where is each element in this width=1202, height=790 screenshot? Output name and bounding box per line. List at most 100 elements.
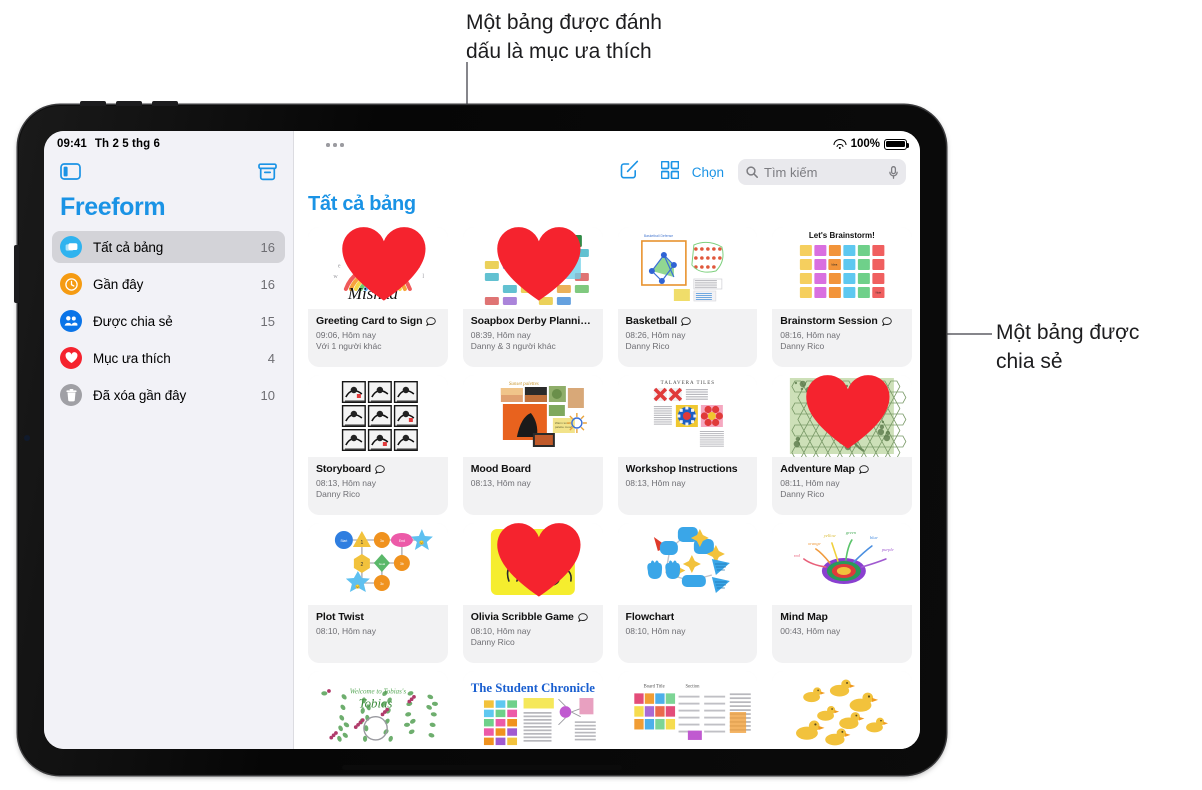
callout-shared-label: Một bảng được chia sẻ — [996, 321, 1140, 373]
board-card[interactable]: The Student Chronicle — [462, 671, 603, 749]
board-thumbnail — [772, 671, 912, 749]
board-card[interactable]: Soapbox Derby Plannin… 08:39, Hôm nay Dann… — [462, 227, 603, 367]
board-card[interactable]: Start 1 3a End 😊 2 Goal 3b 3c 😊 Plot Twist 08:10, H… — [308, 523, 448, 663]
svg-text:The Student Chronicle: The Student Chronicle — [471, 681, 596, 695]
board-meta: Greeting Card to Sign 09:06, Hôm nay Với 1… — [308, 309, 448, 351]
sidebar-item-3[interactable]: Được chia sẻ 15 — [52, 305, 285, 337]
svg-text:blue: blue — [870, 535, 878, 540]
svg-text:green: green — [846, 530, 857, 535]
board-card[interactable]: welcome!welMishka Greeting Card to Sign 09… — [308, 227, 448, 367]
boards-grid: welcome!welMishka Greeting Card to Sign 09… — [308, 227, 912, 749]
svg-text:Note: Note — [876, 291, 882, 295]
board-meta: Olivia Scribble Game 08:10, Hôm nay Danny … — [463, 605, 603, 647]
board-title-row: Mood Board — [471, 463, 595, 475]
board-card[interactable]: Adventure Map 08:11, Hôm nay Danny Rico — [772, 375, 912, 515]
search-input[interactable]: Tìm kiếm — [738, 159, 906, 185]
svg-text:3a: 3a — [380, 539, 384, 543]
home-indicator[interactable] — [342, 765, 622, 770]
sidebar-item-count: 4 — [267, 350, 275, 366]
sidebar-item-count: 16 — [260, 239, 275, 255]
board-people: Danny Rico — [470, 637, 515, 647]
page-title: Tất cả bảng — [308, 193, 416, 215]
board-thumbnail — [617, 523, 758, 605]
board-card[interactable]: Sunset palettes Warm tone palette mood Mood… — [462, 375, 603, 515]
volume-button[interactable] — [80, 101, 106, 106]
board-thumbnail: welcome!welMishka — [308, 227, 448, 309]
board-time: 08:13, Hôm nay — [470, 477, 531, 488]
board-meta: Storyboard 08:13, Hôm nay Danny Rico — [308, 457, 448, 499]
shared-bubble-icon — [881, 316, 892, 326]
board-title-row: Workshop Instructions — [626, 463, 750, 475]
callout-favorite-label: Một bảng được đánh dấu là mục ưa thích — [466, 11, 662, 63]
front-camera — [24, 435, 30, 441]
board-title: Workshop Instructions — [625, 463, 738, 475]
svg-text:Basketball Defense: Basketball Defense — [643, 234, 672, 238]
svg-text:Section: Section — [685, 685, 700, 690]
search-placeholder: Tìm kiếm — [764, 164, 818, 180]
board-thumbnail: Sunset palettes Warm tone palette mood — [462, 375, 603, 457]
board-title-row: Olivia Scribble Game — [471, 611, 595, 623]
sidebar: 09:41 Th 2 5 thg 6 Freeform Tất cả bảng … — [44, 131, 294, 749]
power-button[interactable] — [14, 245, 19, 303]
board-people: Danny Rico — [316, 489, 360, 499]
board-card[interactable]: Basketball Defense Basketball 08:26, Hôm n… — [617, 227, 758, 367]
board-card[interactable]: TALAVERA TILES Workshop Instructions 08:13… — [617, 375, 758, 515]
board-thumbnail: Let's Brainstorm! Idea Note — [772, 227, 912, 309]
sidebar-toolbar — [60, 161, 277, 187]
board-title-row: Flowchart — [626, 611, 750, 623]
svg-text:palette mood: palette mood — [555, 425, 573, 429]
svg-text:3c: 3c — [380, 582, 384, 586]
volume-button[interactable] — [152, 101, 178, 106]
sidebar-item-count: 16 — [260, 276, 275, 292]
battery-icon — [884, 138, 910, 150]
board-card[interactable] — [772, 671, 912, 749]
sidebar-item-4[interactable]: Mục ưa thích 4 — [52, 342, 285, 374]
svg-text:😊: 😊 — [419, 540, 424, 545]
board-card[interactable]: Board Title Section — [617, 671, 758, 749]
board-card[interactable]: Olivia Scribble Game 08:10, Hôm nay Danny … — [462, 523, 603, 663]
board-time: 08:10, Hôm nay — [316, 625, 377, 636]
sidebar-item-1[interactable]: Tất cả bảng 16 — [52, 231, 285, 263]
favorite-heart-icon — [496, 227, 581, 301]
archive-icon[interactable] — [258, 163, 277, 186]
favorite-heart-icon — [342, 227, 426, 301]
board-meta: Brainstorm Session 08:16, Hôm nay Danny Ri… — [772, 309, 912, 351]
svg-text:Idea: Idea — [832, 263, 838, 267]
sidebar-item-label: Tất cả bảng — [93, 239, 164, 255]
svg-text:Start: Start — [341, 539, 348, 543]
board-card[interactable]: Storyboard 08:13, Hôm nay Danny Rico — [308, 375, 448, 515]
volume-button[interactable] — [116, 101, 142, 106]
svg-text:2: 2 — [360, 562, 363, 568]
status-bar-left: 09:41 Th 2 5 thg 6 — [57, 138, 160, 150]
board-thumbnail — [462, 227, 603, 309]
board-thumbnail — [462, 523, 603, 605]
board-meta: Flowchart 08:10, Hôm nay — [618, 605, 758, 636]
sidebar-item-label: Gần đây — [93, 276, 144, 292]
board-meta: Soapbox Derby Plannin… 08:39, Hôm nay Dann… — [463, 309, 603, 351]
compose-icon[interactable] — [620, 160, 639, 184]
svg-text:TALAVERA TILES: TALAVERA TILES — [660, 381, 714, 386]
board-meta: Plot Twist 08:10, Hôm nay — [308, 605, 448, 636]
favorite-heart-icon — [496, 523, 581, 597]
board-people: Danny & 3 người khác — [470, 341, 556, 351]
board-card[interactable]: Let's Brainstorm! Idea Note Brainstorm Sess… — [772, 227, 912, 367]
sidebar-item-2[interactable]: Gần đây 16 — [52, 268, 285, 300]
sidebar-item-5[interactable]: Đã xóa gần đây 10 — [52, 379, 285, 411]
board-card[interactable]: red orange yellow green blue purple Mind Map 00… — [772, 523, 912, 663]
sidebar-item-count: 15 — [260, 313, 275, 329]
board-title-row: Mind Map — [780, 611, 904, 623]
board-card[interactable]: Welcome to Tobias's Tobias — [308, 671, 448, 749]
board-title-row: Greeting Card to Sign — [316, 315, 440, 327]
select-button[interactable]: Chọn — [692, 165, 724, 180]
search-icon — [746, 166, 758, 178]
shared-bubble-icon — [578, 612, 588, 622]
sidebar-toggle-icon[interactable] — [60, 163, 81, 185]
shared-bubble-icon — [859, 464, 869, 474]
grid-view-icon[interactable] — [660, 160, 680, 184]
board-card[interactable]: Flowchart 08:10, Hôm nay — [617, 523, 758, 663]
sidebar-item-label: Đã xóa gần đây — [93, 387, 187, 403]
board-meta: Adventure Map 08:11, Hôm nay Danny Rico — [772, 457, 912, 499]
board-meta: Mind Map 00:43, Hôm nay — [772, 605, 912, 636]
board-time: 08:39, Hôm nay — [470, 329, 531, 340]
board-title: Soapbox Derby Plannin… — [470, 315, 595, 327]
